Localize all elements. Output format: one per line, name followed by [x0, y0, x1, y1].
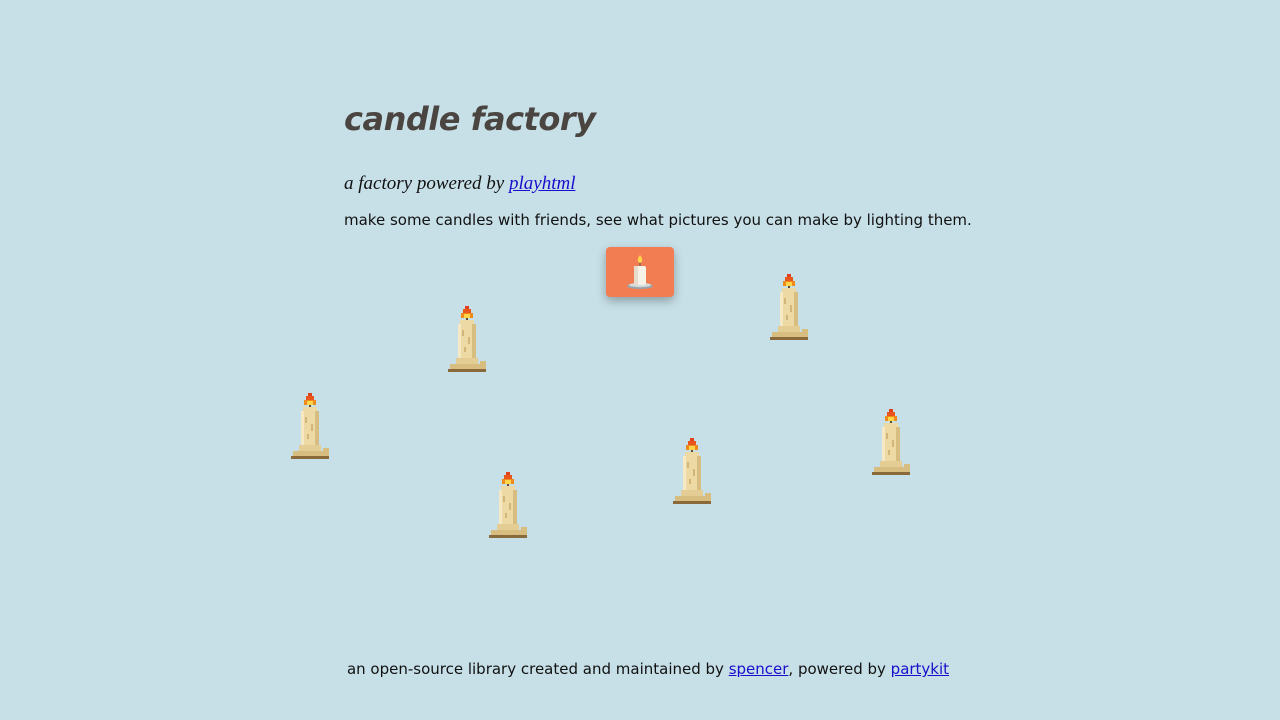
- playhtml-link[interactable]: playhtml: [509, 173, 576, 194]
- candle[interactable]: [444, 305, 490, 377]
- candle[interactable]: [669, 437, 715, 509]
- pixel-candle-icon: [673, 438, 711, 504]
- page-title: candle factory: [344, 100, 596, 138]
- pixel-candle-icon: [448, 306, 486, 372]
- author-link[interactable]: spencer: [729, 660, 789, 678]
- pixel-candle-icon: [489, 472, 527, 538]
- make-candle-button[interactable]: [606, 247, 674, 297]
- pixel-candle-icon: [291, 393, 329, 459]
- footer-text-middle: , powered by: [788, 660, 891, 678]
- footer-text: an open-source library created and maint…: [346, 660, 729, 678]
- candle[interactable]: [766, 273, 812, 345]
- page-description: make some candles with friends, see what…: [344, 211, 972, 229]
- candle-icon: [627, 255, 653, 289]
- candle[interactable]: [868, 408, 914, 480]
- page-subtitle: a factory powered by playhtml: [344, 173, 575, 195]
- pixel-candle-icon: [872, 409, 910, 475]
- page: candle factory a factory powered by play…: [0, 0, 1280, 720]
- candle[interactable]: [287, 392, 333, 464]
- candle[interactable]: [485, 471, 531, 543]
- footer: an open-source library created and maint…: [0, 660, 1280, 678]
- subtitle-text: a factory powered by: [344, 173, 509, 194]
- pixel-candle-icon: [770, 274, 808, 340]
- partykit-link[interactable]: partykit: [891, 660, 949, 678]
